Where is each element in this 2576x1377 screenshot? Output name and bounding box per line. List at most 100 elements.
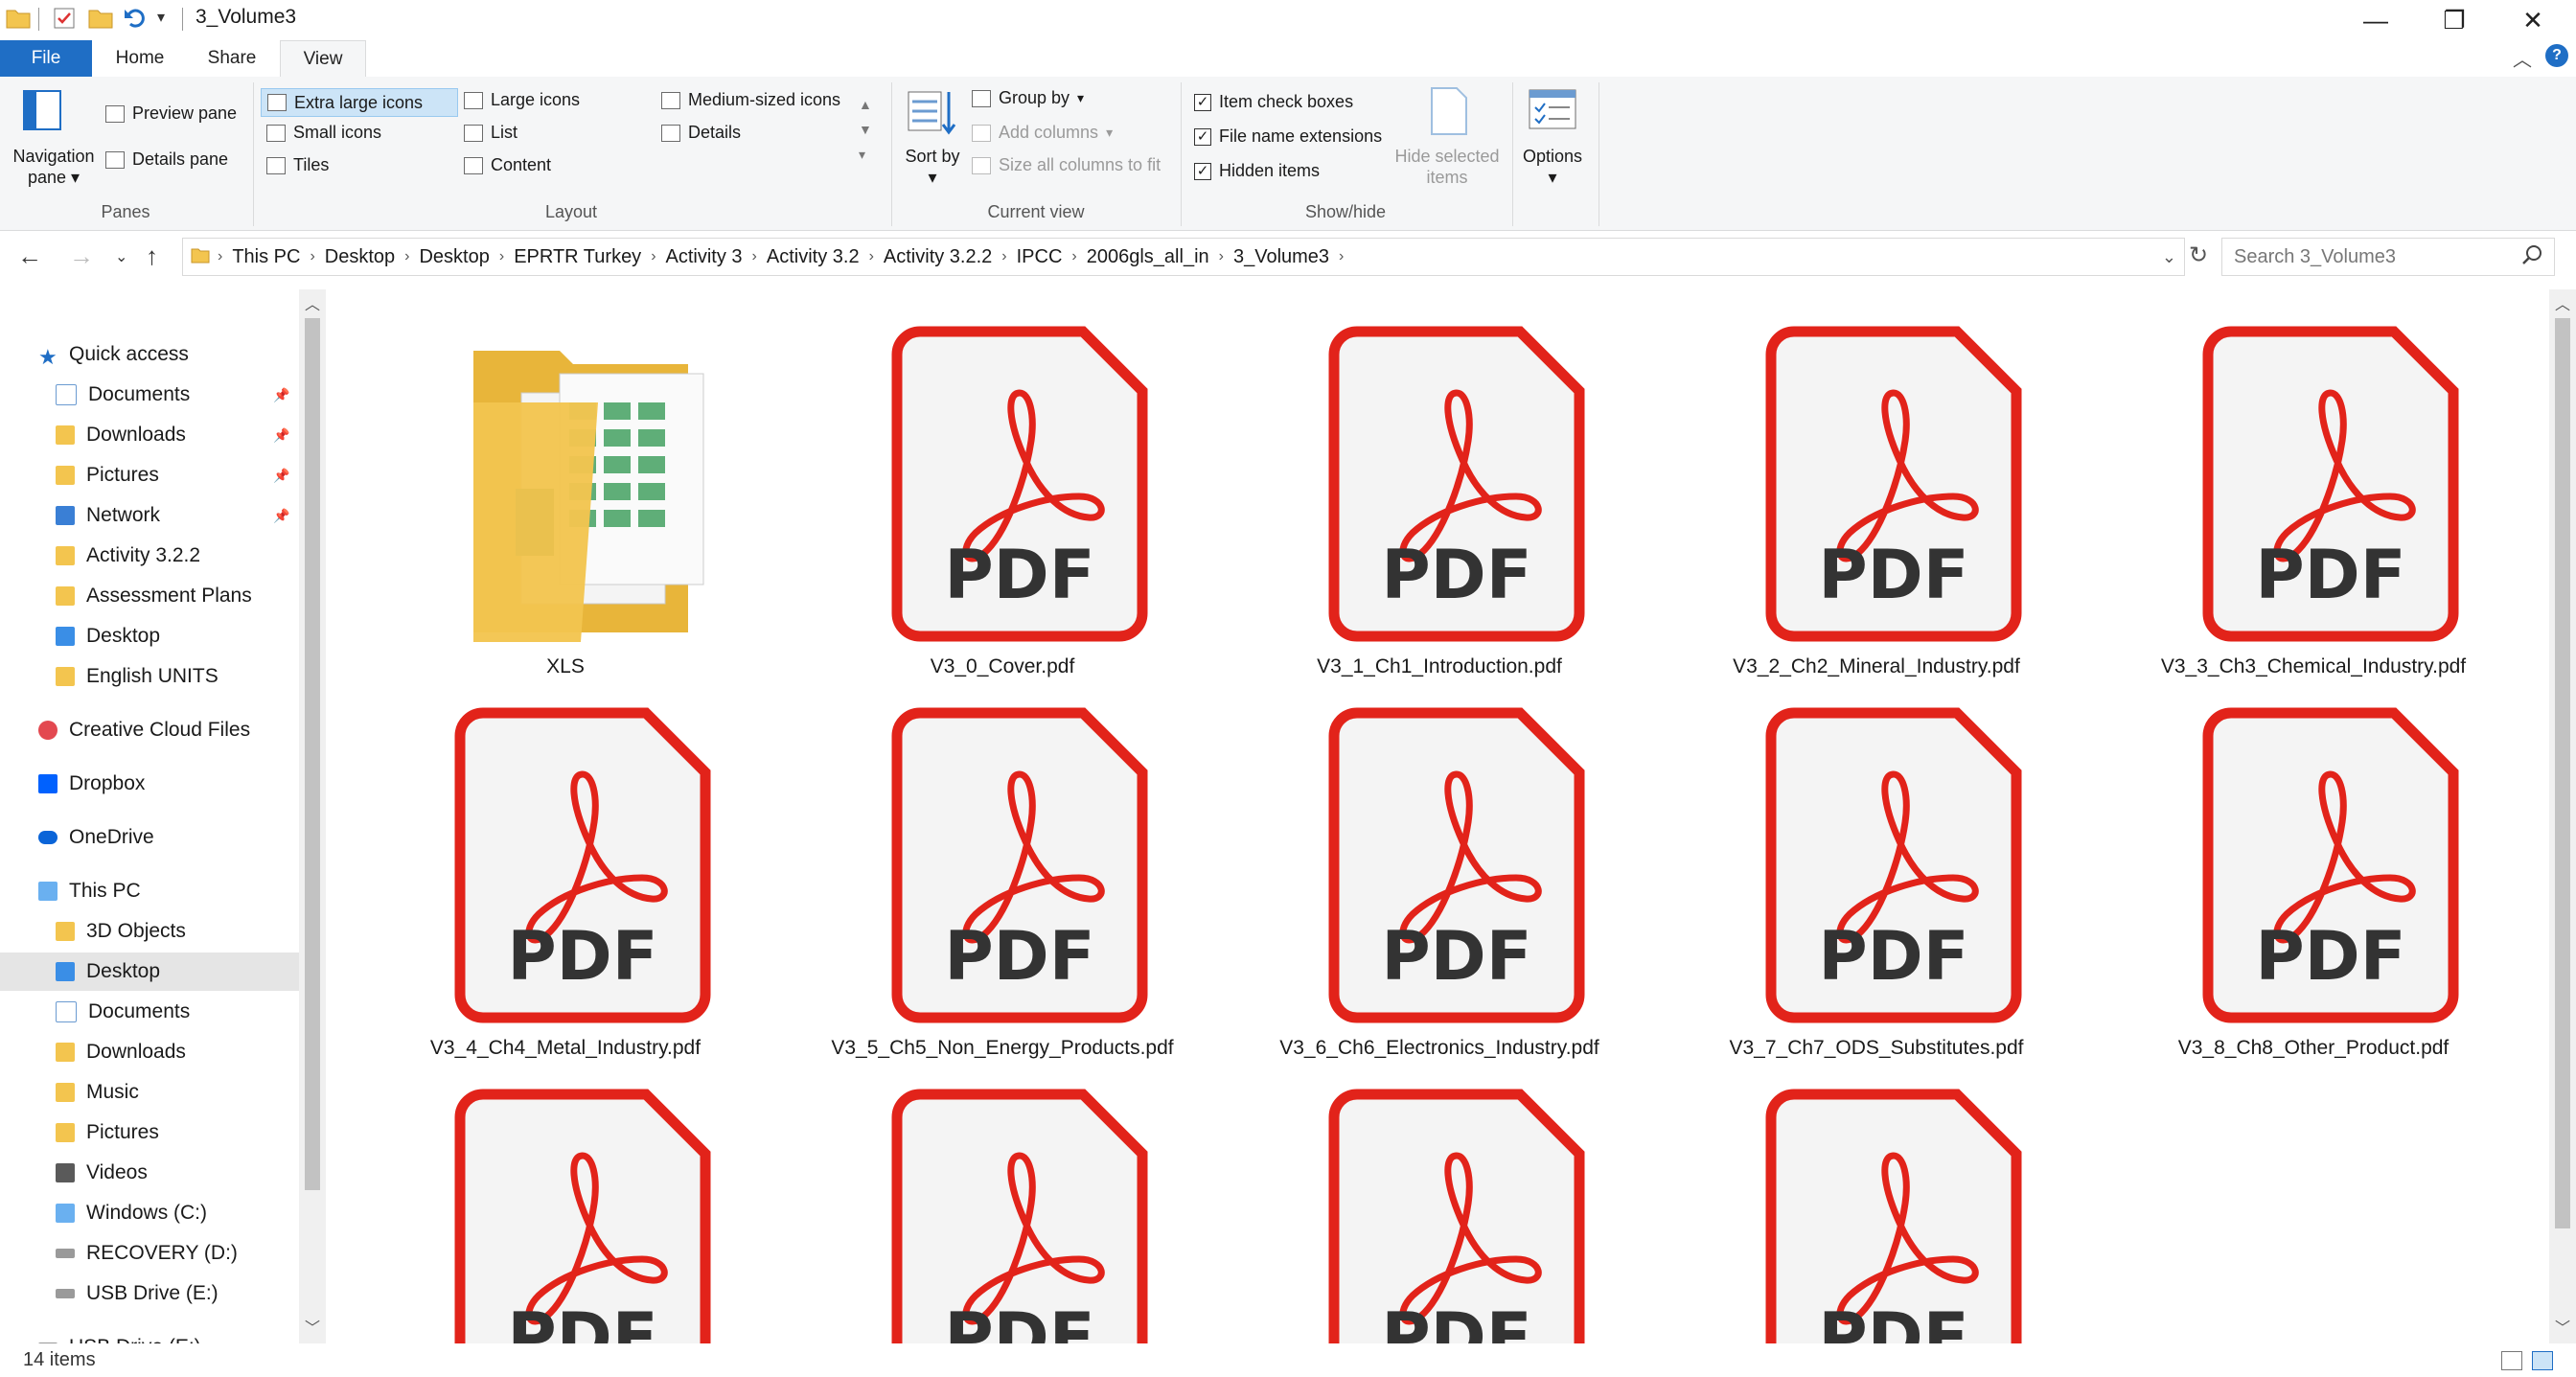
pdf-file-item[interactable]: PDF <box>784 1062 1221 1343</box>
scrollbar-thumb[interactable] <box>305 318 320 1190</box>
pdf-file-item[interactable]: PDF V3_6_Ch6_Electronics_Industry.pdf <box>1221 680 1658 1062</box>
navigation-pane-button[interactable]: Navigation pane ▾ <box>6 146 102 188</box>
crumb-3-volume3[interactable]: 3_Volume3 <box>1224 246 1339 268</box>
pdf-file-item[interactable]: PDF V3_5_Ch5_Non_Energy_Products.pdf <box>784 680 1221 1062</box>
sort-by-button[interactable]: Sort by ▾ <box>903 146 962 188</box>
properties-icon[interactable] <box>52 6 77 31</box>
layout-list[interactable]: List <box>464 123 518 143</box>
size-columns-button[interactable]: Size all columns to fit <box>972 155 1161 175</box>
file-name-extensions-toggle[interactable]: ✓ File name extensions <box>1194 126 1382 147</box>
address-dropdown-chevron-icon[interactable]: ⌄ <box>2162 247 2176 267</box>
pin-icon[interactable]: 📌 <box>273 427 289 444</box>
details-pane-button[interactable]: Details pane <box>105 149 228 170</box>
address-bar[interactable]: › This PC › Desktop › Desktop › EPRTR Turke… <box>182 238 2185 276</box>
sidebar-item-windows-c[interactable]: Windows (C:) <box>56 1194 207 1232</box>
sidebar-item-desktop[interactable]: Desktop <box>0 952 299 991</box>
layout-medium-icons[interactable]: Medium-sized icons <box>661 90 840 110</box>
sidebar-item-english-units[interactable]: English UNITS <box>56 657 218 696</box>
scrollbar-thumb[interactable] <box>2555 318 2570 1228</box>
crumb-activity-3-2[interactable]: Activity 3.2 <box>757 246 869 268</box>
layout-content[interactable]: Content <box>464 155 551 175</box>
sidebar-item-dropbox[interactable]: Dropbox <box>38 765 145 803</box>
collapse-ribbon-icon[interactable]: ︿ <box>2513 44 2532 72</box>
sidebar-item-activity-3-2-2[interactable]: Activity 3.2.2 <box>56 537 200 575</box>
sidebar-item-quick-access[interactable]: ★ Quick access <box>38 335 189 374</box>
tab-file[interactable]: File <box>0 40 92 77</box>
pdf-file-item[interactable]: PDF V3_4_Ch4_Metal_Industry.pdf <box>347 680 784 1062</box>
sidebar-item-network[interactable]: Network <box>56 496 160 535</box>
sidebar-item-creative-cloud[interactable]: Creative Cloud Files <box>38 711 250 749</box>
pdf-file-item[interactable]: PDF V3_8_Ch8_Other_Product.pdf <box>2095 680 2532 1062</box>
crumb-activity-3[interactable]: Activity 3 <box>656 246 752 268</box>
folder-item[interactable]: XLS <box>347 299 784 680</box>
details-view-icon[interactable] <box>2501 1351 2522 1370</box>
new-folder-icon[interactable] <box>88 6 113 31</box>
undo-icon[interactable] <box>123 6 148 31</box>
layout-small-icons[interactable]: Small icons <box>266 123 381 143</box>
options-button[interactable]: Options ▾ <box>1514 146 1591 188</box>
forward-arrow-icon[interactable]: → <box>69 241 94 271</box>
sidebar-item-documents-pc[interactable]: Documents <box>56 993 190 1031</box>
search-input[interactable]: Search 3_Volume3 <box>2234 246 2396 268</box>
item-check-boxes-toggle[interactable]: ✓ Item check boxes <box>1194 92 1353 112</box>
layout-scroll-arrows[interactable]: ▲ ▼ ▾ <box>859 92 872 167</box>
hide-selected-items-button[interactable]: Hide selected items <box>1390 146 1505 188</box>
pin-icon[interactable]: 📌 <box>273 508 289 524</box>
crumb-activity-3-2-2[interactable]: Activity 3.2.2 <box>874 246 1001 268</box>
sidebar-item-music[interactable]: Music <box>56 1073 139 1112</box>
maximize-button[interactable]: ❐ <box>2415 0 2494 40</box>
crumb-desktop-2[interactable]: Desktop <box>409 246 498 268</box>
sidebar-item-videos[interactable]: Videos <box>56 1154 148 1192</box>
sidebar-item-downloads-pc[interactable]: Downloads <box>56 1033 186 1071</box>
sidebar-item-pictures[interactable]: Pictures <box>56 456 159 494</box>
scroll-down-icon[interactable]: ﹀ <box>2555 1315 2570 1338</box>
sidebar-item-onedrive[interactable]: OneDrive <box>38 818 154 857</box>
up-arrow-icon[interactable]: ↑ <box>146 241 158 271</box>
crumb-eprtr-turkey[interactable]: EPRTR Turkey <box>504 246 651 268</box>
help-icon[interactable]: ? <box>2545 44 2568 67</box>
tab-share[interactable]: Share <box>188 40 276 77</box>
crumb-this-pc[interactable]: This PC <box>222 246 310 268</box>
pdf-file-item[interactable]: PDF <box>347 1062 784 1343</box>
sidebar-item-assessment-plans[interactable]: Assessment Plans <box>56 577 252 615</box>
hidden-items-toggle[interactable]: ✓ Hidden items <box>1194 161 1320 181</box>
layout-large-icons[interactable]: Large icons <box>464 90 580 110</box>
pin-icon[interactable]: 📌 <box>273 387 289 403</box>
group-by-button[interactable]: Group by ▾ <box>972 88 1084 108</box>
pin-icon[interactable]: 📌 <box>273 468 289 484</box>
pdf-file-item[interactable]: PDF V3_3_Ch3_Chemical_Industry.pdf <box>2095 299 2532 680</box>
sidebar-item-pictures-pc[interactable]: Pictures <box>56 1113 159 1152</box>
layout-extra-large-icons[interactable]: Extra large icons <box>261 88 458 117</box>
minimize-button[interactable]: — <box>2336 0 2415 40</box>
pdf-file-item[interactable]: PDF <box>1221 1062 1658 1343</box>
refresh-icon[interactable]: ↻ <box>2189 241 2208 269</box>
pdf-file-item[interactable]: PDF V3_1_Ch1_Introduction.pdf <box>1221 299 1658 680</box>
pdf-file-item[interactable]: PDF V3_7_Ch7_ODS_Substitutes.pdf <box>1658 680 2095 1062</box>
layout-details[interactable]: Details <box>661 123 741 143</box>
sidebar-scrollbar[interactable]: ︿ ﹀ <box>299 289 326 1343</box>
pdf-file-item[interactable]: PDF <box>1658 1062 2095 1343</box>
sidebar-item-desktop-quick[interactable]: Desktop <box>56 617 160 655</box>
tab-home[interactable]: Home <box>96 40 184 77</box>
preview-pane-button[interactable]: Preview pane <box>105 103 237 124</box>
sidebar-item-recovery-d[interactable]: RECOVERY (D:) <box>56 1234 238 1273</box>
recent-locations-chevron-icon[interactable]: ⌄ <box>115 247 127 266</box>
sidebar-item-documents[interactable]: Documents <box>56 376 190 414</box>
layout-tiles[interactable]: Tiles <box>266 155 329 175</box>
pdf-file-item[interactable]: PDF V3_0_Cover.pdf <box>784 299 1221 680</box>
crumb-ipcc[interactable]: IPCC <box>1007 246 1072 268</box>
search-box[interactable]: Search 3_Volume3 <box>2221 238 2555 276</box>
crumb-desktop[interactable]: Desktop <box>315 246 404 268</box>
scroll-down-icon[interactable]: ﹀ <box>305 1315 320 1338</box>
customize-toolbar-chevron-icon[interactable]: ▾ <box>157 8 165 27</box>
sidebar-item-3d-objects[interactable]: 3D Objects <box>56 912 186 951</box>
sidebar-item-downloads[interactable]: Downloads <box>56 416 186 454</box>
content-scrollbar[interactable]: ︿ ﹀ <box>2549 289 2576 1343</box>
pdf-file-item[interactable]: PDF V3_2_Ch2_Mineral_Industry.pdf <box>1658 299 2095 680</box>
scroll-up-icon[interactable]: ︿ <box>2555 291 2570 314</box>
add-columns-button[interactable]: Add columns ▾ <box>972 123 1113 143</box>
sidebar-item-usb-e[interactable]: USB Drive (E:) <box>56 1274 218 1313</box>
crumb-2006gls[interactable]: 2006gls_all_in <box>1077 246 1219 268</box>
scroll-up-icon[interactable]: ︿ <box>305 291 320 314</box>
close-button[interactable]: ✕ <box>2494 0 2572 40</box>
